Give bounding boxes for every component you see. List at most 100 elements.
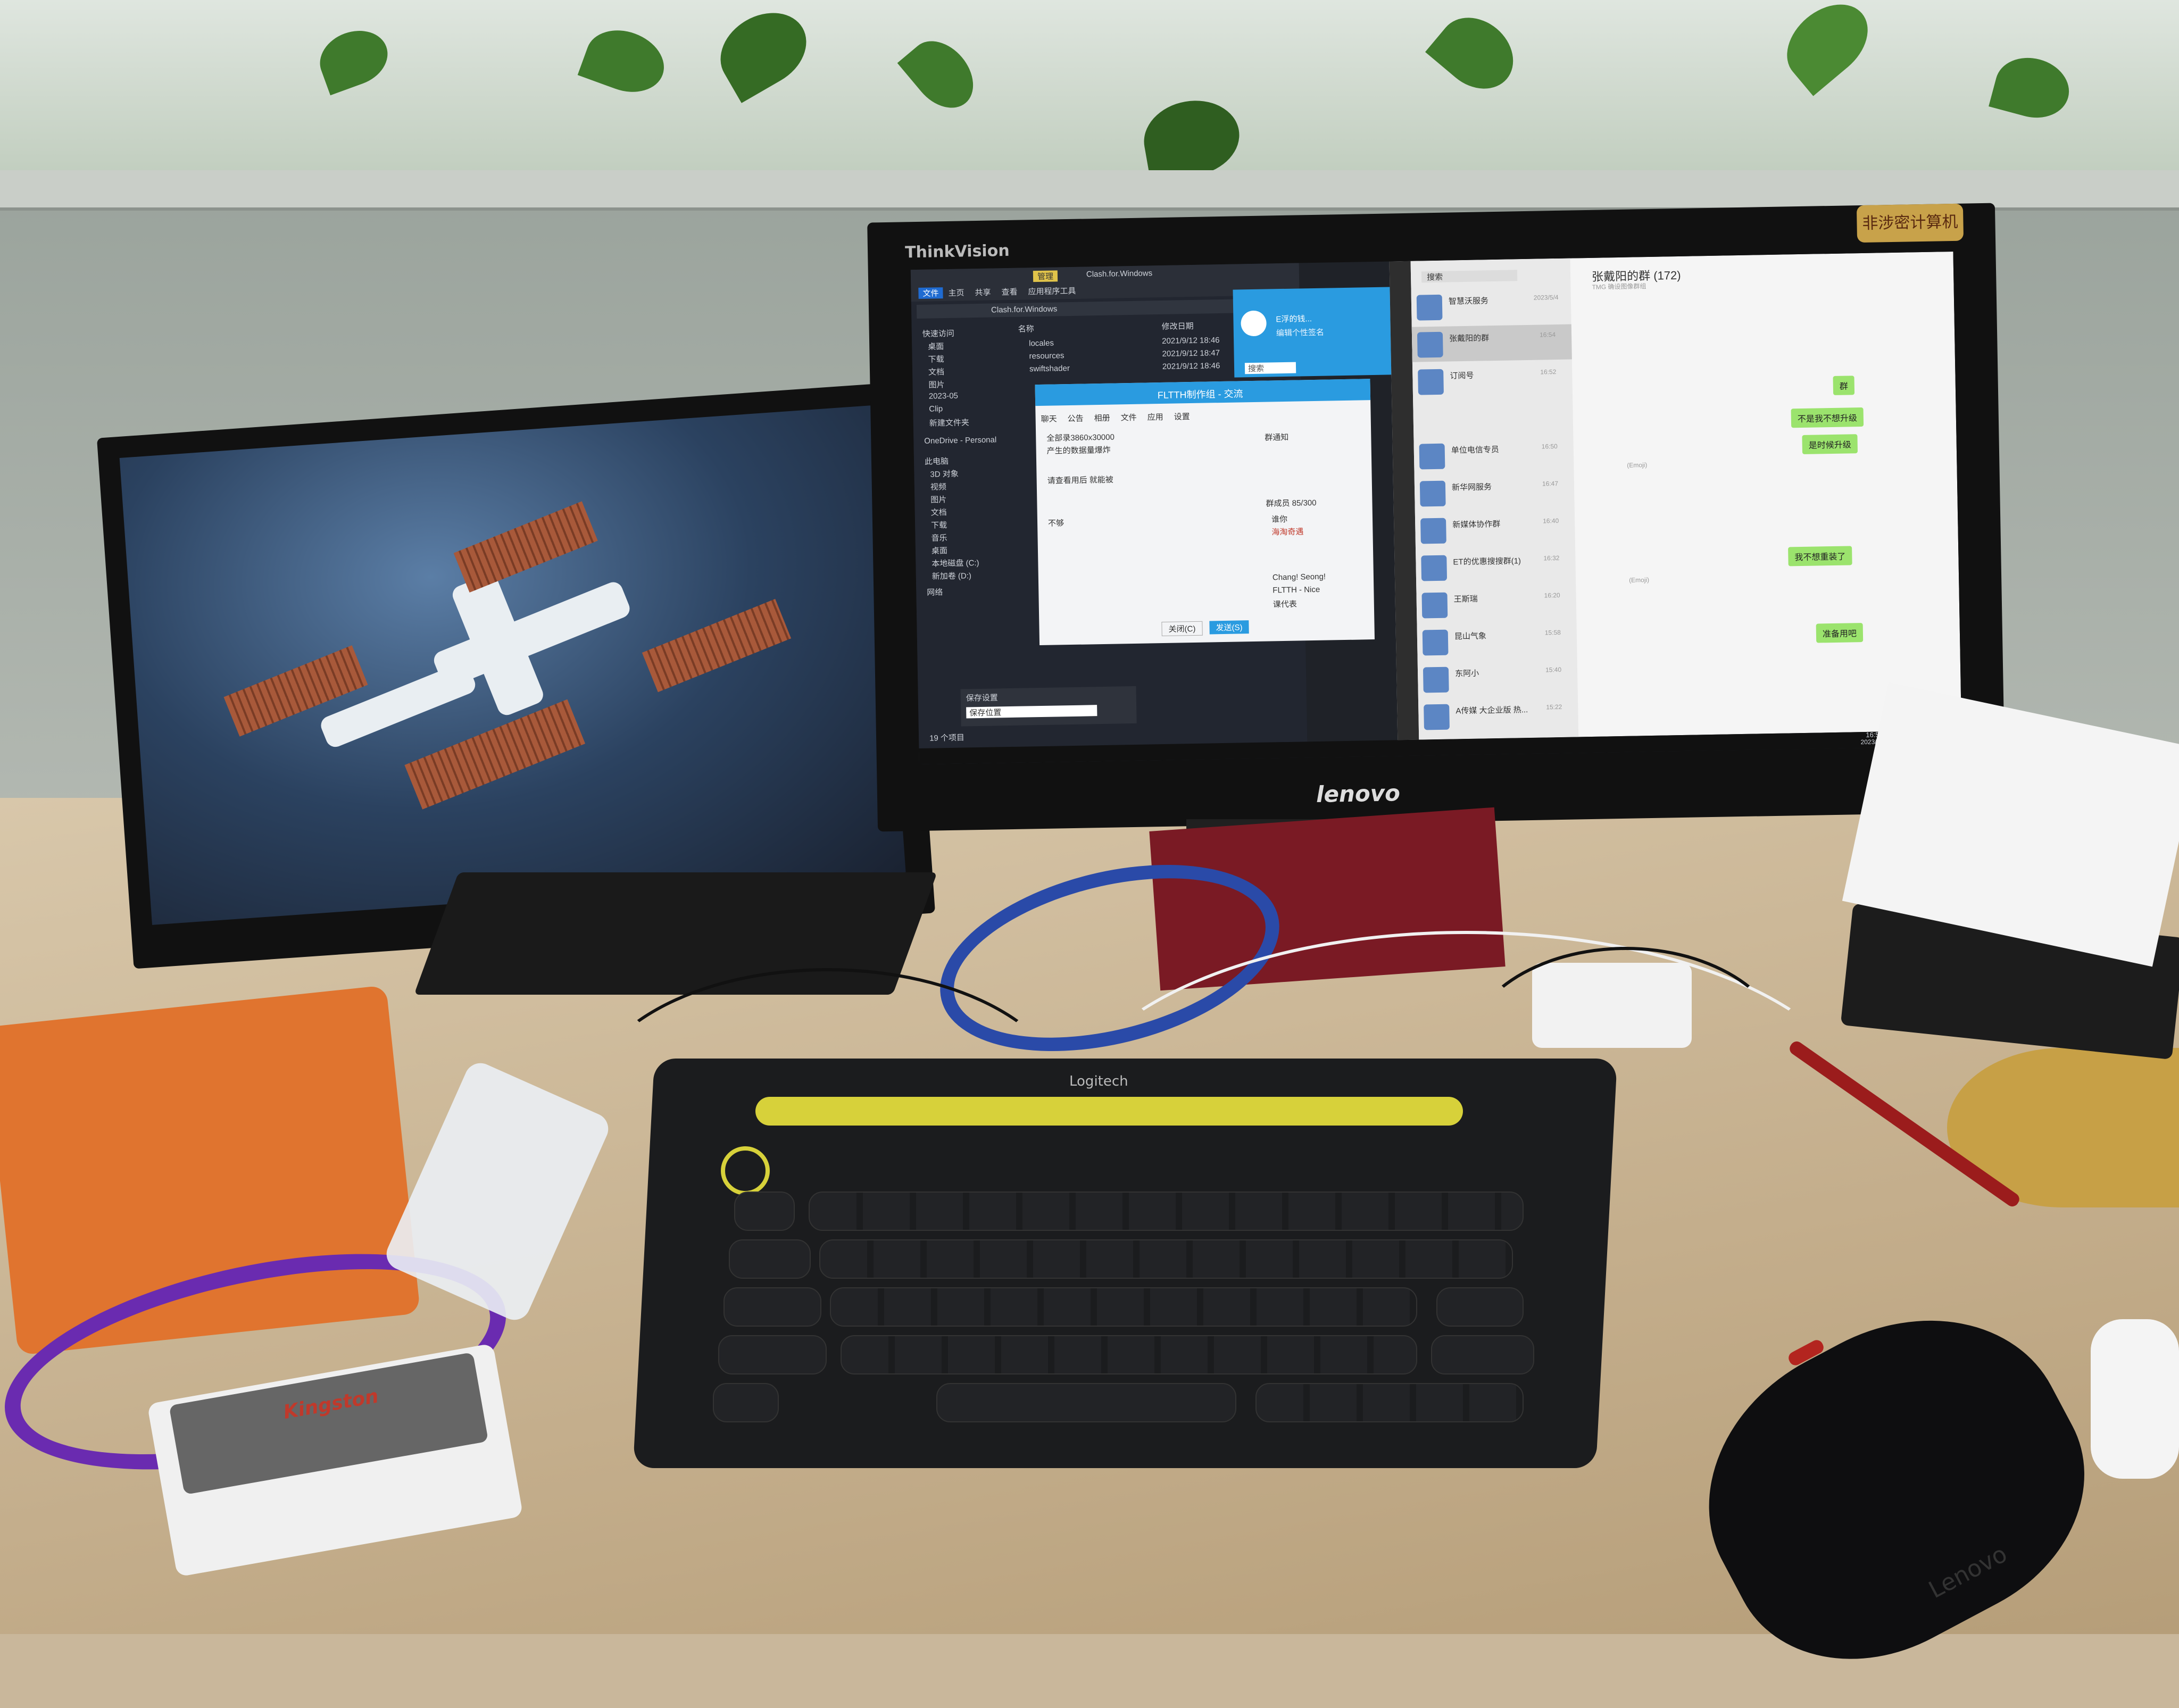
solar-panel <box>404 699 586 810</box>
chat-list-name[interactable]: 东阿小 <box>1455 668 1479 679</box>
member-item[interactable]: 课代表 <box>1273 598 1297 610</box>
message-bubble: 群 <box>1833 376 1855 395</box>
chat-list-name[interactable]: 张戴阳的群 <box>1449 332 1489 344</box>
qq-username: E浮的钱... <box>1276 314 1312 324</box>
address-path: Clash.for.Windows <box>991 304 1058 315</box>
nav-item[interactable]: 文档 <box>931 506 947 518</box>
nav-item[interactable]: 新建文件夹 <box>929 416 969 428</box>
nav-item[interactable]: 快速访问 <box>922 328 954 339</box>
nav-item[interactable]: 2023-05 <box>929 391 958 401</box>
avatar <box>1419 480 1446 507</box>
sender-label: (Emoji) <box>1627 461 1648 469</box>
nav-item[interactable]: 图片 <box>930 494 946 505</box>
avatar <box>1424 704 1450 730</box>
chat-list-time: 16:20 <box>1544 591 1560 599</box>
chat-tab[interactable]: 设置 <box>1174 411 1190 422</box>
ribbon-tab-share[interactable]: 共享 <box>975 287 991 298</box>
notification-title: 保存设置 <box>966 693 998 703</box>
keyboard-key[interactable] <box>1255 1383 1524 1422</box>
nav-item[interactable]: 文档 <box>928 366 944 378</box>
nav-item[interactable]: 桌面 <box>928 340 944 352</box>
chat-list-name[interactable]: 王斯瑞 <box>1453 593 1478 605</box>
file-row-name[interactable]: locales <box>1029 339 1054 348</box>
solar-panel <box>453 501 598 593</box>
qq-status[interactable]: 编辑个性签名 <box>1276 327 1324 339</box>
nav-item[interactable]: 此电脑 <box>925 455 949 467</box>
column-header-date[interactable]: 修改日期 <box>1161 320 1194 332</box>
chat-tab[interactable]: 应用 <box>1147 411 1163 423</box>
chat-list-name[interactable]: ET的优惠搜搜群(1) <box>1453 555 1521 567</box>
member-item[interactable]: FLTTH - Nice <box>1273 585 1320 595</box>
chat-list-name[interactable]: 昆山气象 <box>1454 630 1486 641</box>
keyboard-key[interactable] <box>723 1287 821 1327</box>
chat-list-name[interactable]: 新华网服务 <box>1452 481 1492 493</box>
message-bubble: 我不想重装了 <box>1788 546 1852 566</box>
cable <box>585 968 1070 1240</box>
chat-list-time: 16:47 <box>1542 479 1559 488</box>
notification-body: 保存位置 <box>966 705 1097 719</box>
chat-tab[interactable]: 相册 <box>1094 412 1110 424</box>
qq-search[interactable]: 搜索 <box>1244 362 1296 374</box>
chat-list-name[interactable]: 新媒体协作群 <box>1452 518 1500 530</box>
file-row-name[interactable]: resources <box>1029 351 1064 361</box>
ribbon-tab-view[interactable]: 查看 <box>1001 286 1017 298</box>
nav-item[interactable]: 下载 <box>931 519 947 531</box>
column-header-name[interactable]: 名称 <box>1018 323 1034 335</box>
member-item[interactable]: Chang! Seong! <box>1273 572 1326 582</box>
send-button[interactable]: 发送(S) <box>1209 620 1249 635</box>
wechat-window: 搜索 智慧沃服务 2023/5/4 张戴阳的群 16:54 订阅号 16:52 … <box>1389 251 1962 740</box>
avatar[interactable] <box>1241 310 1267 337</box>
chat-tab[interactable]: 文件 <box>1120 412 1137 423</box>
member-item[interactable]: 谁你 <box>1271 513 1287 525</box>
nav-item[interactable]: 下载 <box>928 353 944 365</box>
keyboard-key[interactable] <box>1431 1335 1534 1374</box>
monitor-brand-bottom: lenovo <box>1316 780 1401 808</box>
monitor-sticker: 非涉密计算机 <box>1856 203 1964 243</box>
avatar <box>1423 666 1449 693</box>
chat-list-name[interactable]: 单位电信专员 <box>1451 444 1499 456</box>
nav-item[interactable]: OneDrive - Personal <box>924 435 996 445</box>
chat-list-time: 16:52 <box>1540 368 1557 376</box>
keyboard-key[interactable] <box>713 1383 779 1422</box>
chat-list-time: 16:40 <box>1543 516 1559 525</box>
spacebar[interactable] <box>936 1383 1236 1422</box>
keyboard-key[interactable] <box>718 1335 827 1374</box>
close-button[interactable]: 关闭(C) <box>1161 621 1203 637</box>
group-subtitle: TMG 确设图像群组 <box>1592 282 1646 291</box>
chat-list-name[interactable]: 智慧沃服务 <box>1449 295 1488 306</box>
nav-item[interactable]: 视频 <box>930 481 946 493</box>
message-bubble: 不是我不想升级 <box>1791 407 1864 428</box>
notification-popup[interactable]: 保存设置 保存位置 <box>960 686 1137 727</box>
ribbon-tab-home[interactable]: 主页 <box>948 287 964 298</box>
wechat-search[interactable]: 搜索 <box>1421 270 1518 283</box>
member-item[interactable]: 海淘奇遇 <box>1271 526 1303 537</box>
ribbon-tab-file[interactable]: 文件 <box>918 287 943 299</box>
nav-item[interactable]: 本地磁盘 (C:) <box>932 557 979 569</box>
explorer-nav-pane: 快速访问 桌面 下载 文档 图片 2023-05 Clip 新建文件夹 OneD… <box>911 321 1009 738</box>
nav-item[interactable]: 图片 <box>928 379 944 390</box>
solar-panel <box>642 598 792 693</box>
ribbon-tab-manage[interactable]: 管理 <box>1033 270 1058 282</box>
ribbon-tab-apptools[interactable]: 应用程序工具 <box>1028 285 1076 297</box>
group-notice-label: 群通知 <box>1265 432 1289 443</box>
nav-item[interactable]: 网络 <box>927 586 943 598</box>
nav-item[interactable]: 新加卷 (D:) <box>932 570 972 581</box>
avatar <box>1417 331 1443 358</box>
chat-tab[interactable]: 聊天 <box>1041 413 1057 424</box>
avatar <box>1421 555 1448 581</box>
nav-item[interactable]: 桌面 <box>932 545 947 556</box>
keyboard-key[interactable] <box>841 1335 1417 1374</box>
chat-list-name[interactable]: A传媒 大企业版 热... <box>1456 704 1528 716</box>
keyboard-key[interactable] <box>729 1239 811 1279</box>
chat-list-name[interactable]: 订阅号 <box>1450 370 1474 381</box>
file-row-date: 2021/9/12 18:47 <box>1162 348 1220 359</box>
nav-item[interactable]: 3D 对象 <box>930 468 959 480</box>
nav-item[interactable]: Clip <box>929 404 943 413</box>
nav-item[interactable]: 音乐 <box>931 532 947 544</box>
white-earbud-case <box>2091 1319 2179 1479</box>
message-bubble: 是时候升级 <box>1802 434 1858 454</box>
chat-message: 请查看用后 就能被 <box>1047 475 1113 486</box>
file-row-name[interactable]: swiftshader <box>1029 364 1070 373</box>
chat-tab[interactable]: 公告 <box>1067 413 1084 424</box>
avatar <box>1420 518 1446 544</box>
